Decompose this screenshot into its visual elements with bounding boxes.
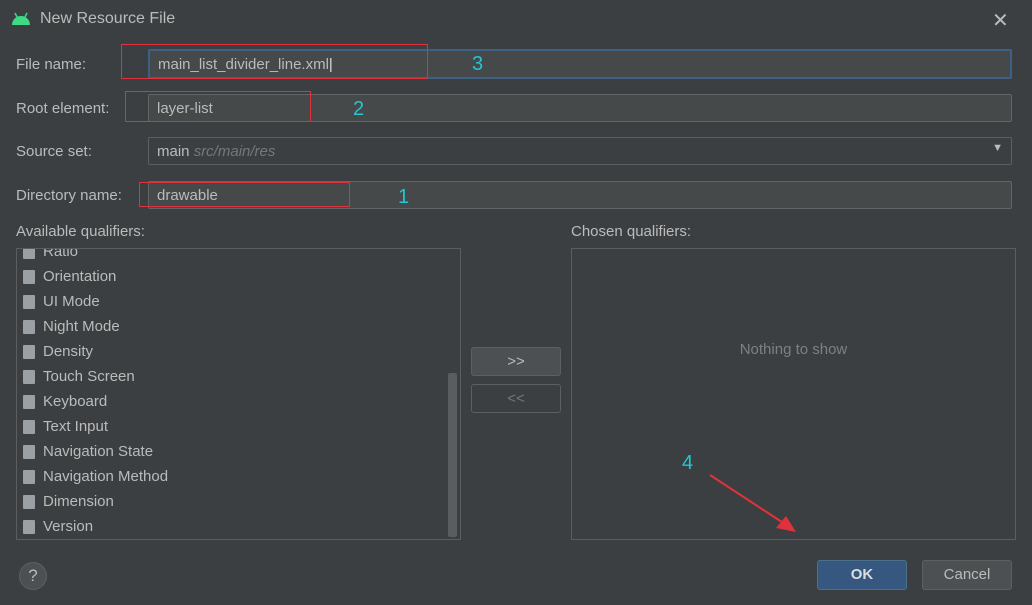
qualifier-label: Touch Screen <box>43 368 135 385</box>
navigation-method-icon <box>23 469 35 484</box>
qualifier-item[interactable]: Orientation <box>23 264 460 289</box>
qualifier-item[interactable]: Keyboard <box>23 389 460 414</box>
source-set-hint: src/main/res <box>193 143 276 160</box>
qualifier-item[interactable]: Touch Screen <box>23 364 460 389</box>
qualifier-item[interactable]: Dimension <box>23 489 460 514</box>
qualifier-item[interactable]: UI Mode <box>23 289 460 314</box>
dimension-icon <box>23 494 35 509</box>
file-name-label: File name: <box>16 56 87 73</box>
qualifier-label: Text Input <box>43 418 109 435</box>
annotation-arrow <box>709 474 796 532</box>
text-input-icon <box>23 419 35 434</box>
qualifier-label: Density <box>43 343 94 360</box>
qualifier-item[interactable]: Navigation Method <box>23 464 460 489</box>
qualifier-label: Navigation Method <box>43 468 169 485</box>
empty-message: Nothing to show <box>739 341 848 358</box>
qualifier-item[interactable]: Night Mode <box>23 314 460 339</box>
qualifier-label: UI Mode <box>43 293 100 310</box>
keyboard-icon <box>23 394 35 409</box>
chevron-down-icon: ▼ <box>992 142 1003 154</box>
annotation-box-3 <box>121 44 428 79</box>
navigation-state-icon <box>23 444 35 459</box>
qualifier-label: Version <box>43 518 94 535</box>
annotation-number-4: 4 <box>682 452 694 474</box>
touch-screen-icon <box>23 369 35 384</box>
qualifier-item[interactable]: Ratio <box>23 248 460 264</box>
annotation-box-2 <box>125 91 311 122</box>
night-mode-icon <box>23 319 35 334</box>
version-icon <box>23 519 35 534</box>
source-set-value: main <box>157 143 190 160</box>
root-element-label: Root element: <box>16 100 110 117</box>
annotation-number-2: 2 <box>353 98 365 120</box>
orientation-icon <box>23 269 35 284</box>
qualifier-label: Keyboard <box>43 393 108 410</box>
android-icon <box>12 12 30 25</box>
available-qualifiers-list[interactable]: Ratio Orientation UI Mode Night Mode Density… <box>16 248 461 540</box>
qualifier-label: Ratio <box>43 248 79 260</box>
chosen-qualifiers-label: Chosen qualifiers: <box>571 223 692 240</box>
remove-qualifier-button[interactable]: << <box>471 384 561 413</box>
ratio-icon <box>23 249 35 259</box>
qualifier-label: Orientation <box>43 268 117 285</box>
qualifier-item[interactable]: Density <box>23 339 460 364</box>
qualifier-label: Navigation State <box>43 443 154 460</box>
qualifier-item[interactable]: Navigation State <box>23 439 460 464</box>
close-icon[interactable]: ✕ <box>992 8 1009 33</box>
qualifier-label: Dimension <box>43 493 114 510</box>
ui-mode-icon <box>23 294 35 309</box>
source-set-label: Source set: <box>16 143 92 160</box>
scrollbar[interactable] <box>448 373 457 537</box>
available-qualifiers-label: Available qualifiers: <box>16 223 145 240</box>
annotation-number-1: 1 <box>398 186 410 208</box>
help-button[interactable]: ? <box>19 562 47 590</box>
qualifier-item[interactable]: Text Input <box>23 414 460 439</box>
annotation-number-3: 3 <box>472 53 484 75</box>
ok-button[interactable]: OK <box>817 560 907 590</box>
annotation-box-1 <box>139 182 350 207</box>
source-set-select[interactable]: main src/main/res ▼ <box>148 137 1012 165</box>
qualifier-label: Night Mode <box>43 318 120 335</box>
add-qualifier-button[interactable]: >> <box>471 347 561 376</box>
cancel-button[interactable]: Cancel <box>922 560 1012 590</box>
directory-name-label: Directory name: <box>16 187 122 204</box>
window-title: New Resource File <box>40 10 176 27</box>
qualifier-item[interactable]: Version <box>23 514 460 539</box>
density-icon <box>23 344 35 359</box>
